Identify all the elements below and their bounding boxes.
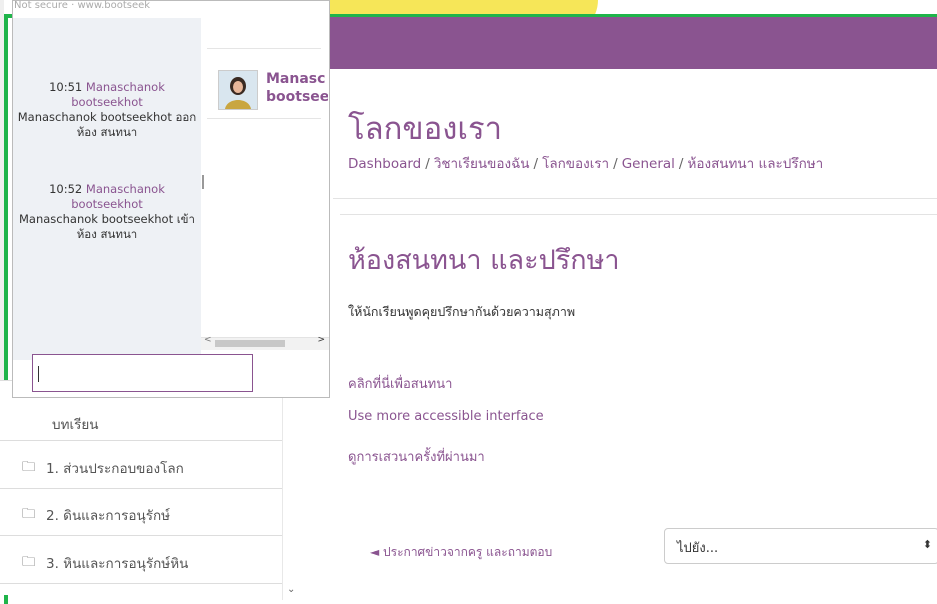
- activity-intro: ให้นักเรียนพูดคุยปรึกษากันด้วยความสุภาพ: [348, 304, 576, 319]
- divider: [340, 214, 937, 215]
- avatar[interactable]: [218, 70, 258, 110]
- course-title: โลกของเรา: [348, 111, 503, 147]
- text-caret: [38, 366, 39, 382]
- message-text: Manaschanok bootseekhot ออกห้อง สนทนา: [17, 110, 197, 139]
- nav-item-label: 3. หินและการอนุรักษ์หิน: [46, 556, 189, 572]
- nav-scrollbar[interactable]: [282, 390, 293, 600]
- enter-chat-link[interactable]: คลิกที่นี่เพื่อสนทนา: [348, 373, 452, 394]
- divider: [207, 48, 321, 49]
- breadcrumb: Dashboard / วิชาเรียนของฉัน / โลกของเรา / Gene…: [348, 156, 824, 172]
- breadcrumb-section[interactable]: General: [622, 156, 675, 172]
- previous-activity-link[interactable]: ◄ ประกาศข่าวจากครู และถามตอบ: [370, 543, 552, 562]
- message-user[interactable]: Manaschanok bootseekhot: [71, 80, 165, 109]
- folder-icon: 🗀: [22, 459, 36, 475]
- breadcrumb-course[interactable]: โลกของเรา: [542, 156, 609, 172]
- pane-resize-handle[interactable]: [202, 175, 204, 189]
- scroll-left-icon[interactable]: <: [204, 335, 212, 345]
- nav-item-section-2[interactable]: 🗀 2. ดินและการอนุรักษ์: [0, 488, 282, 535]
- chat-message-input[interactable]: [32, 354, 253, 392]
- chevron-down-icon[interactable]: ⌄: [287, 584, 295, 595]
- past-sessions-link[interactable]: ดูการเสวนาครั้งที่ผ่านมา: [348, 446, 485, 467]
- jump-to-select[interactable]: ไปยัง... ⬍: [664, 528, 937, 564]
- chat-message: 10:51 Manaschanok bootseekhot Manaschano…: [13, 80, 201, 140]
- scroll-thumb[interactable]: [215, 340, 285, 347]
- activity-title: ห้องสนทนา และปรึกษา: [348, 245, 620, 276]
- folder-icon: 🗀: [22, 554, 36, 570]
- accessible-interface-link[interactable]: Use more accessible interface: [348, 409, 544, 424]
- breadcrumb-my-courses[interactable]: วิชาเรียนของฉัน: [434, 156, 530, 172]
- message-user[interactable]: Manaschanok bootseekhot: [71, 182, 165, 211]
- horizontal-scrollbar[interactable]: < >: [201, 335, 329, 350]
- address-bar: Not secure · www.bootseek: [14, 0, 151, 11]
- nav-item-label: 2. ดินและการอนุรักษ์: [46, 508, 171, 524]
- folder-icon: 🗀: [22, 506, 36, 522]
- nav-item-label: 1. ส่วนประกอบของโลก: [46, 461, 184, 477]
- top-navbar: [330, 17, 937, 69]
- scroll-right-icon[interactable]: >: [317, 335, 325, 345]
- nav-item-section-1[interactable]: 🗀 1. ส่วนประกอบของโลก: [0, 440, 282, 488]
- divider: [207, 118, 321, 119]
- divider: [333, 198, 937, 199]
- jump-to-value: ไปยัง...: [677, 541, 719, 556]
- chat-message: 10:52 Manaschanok bootseekhot Manaschano…: [13, 182, 201, 242]
- breadcrumb-activity[interactable]: ห้องสนทนา และปรึกษา: [687, 156, 823, 172]
- message-text: Manaschanok bootseekhot เข้าห้อง สนทนา: [18, 212, 195, 241]
- chat-user-name[interactable]: Manasc bootsee: [266, 70, 328, 106]
- select-arrow-icon: ⬍: [922, 538, 932, 551]
- nav-item-next[interactable]: [0, 583, 282, 595]
- nav-item-section-3[interactable]: 🗀 3. หินและการอนุรักษ์หิน: [0, 535, 282, 583]
- message-time: 10:51: [49, 80, 83, 94]
- breadcrumb-dashboard[interactable]: Dashboard: [348, 156, 421, 172]
- nav-item-label: บทเรียน: [52, 417, 99, 433]
- message-time: 10:52: [49, 182, 83, 196]
